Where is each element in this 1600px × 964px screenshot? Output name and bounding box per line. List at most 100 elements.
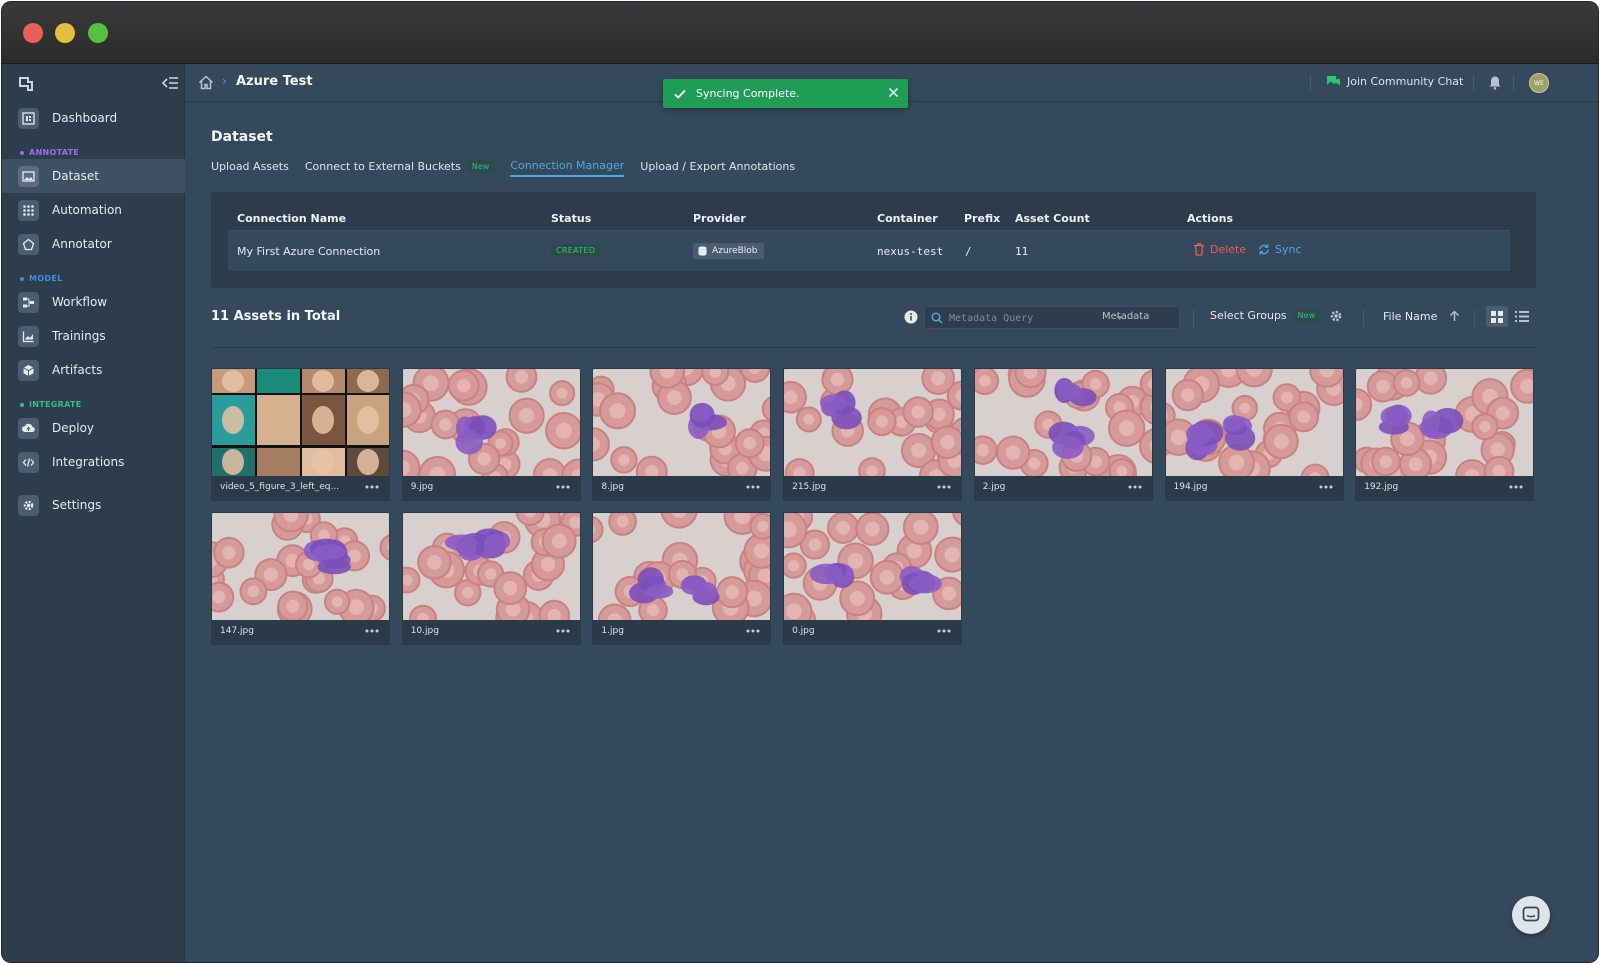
tab-connection-manager[interactable]: Connection Manager (510, 159, 625, 177)
arrow-up-icon[interactable] (1449, 310, 1460, 322)
trash-icon (1194, 243, 1204, 256)
more-options-icon[interactable] (937, 629, 951, 633)
search-scope-select[interactable]: Metadata (1102, 311, 1149, 322)
sort-field-select[interactable]: File Name (1383, 310, 1437, 323)
more-options-icon[interactable] (556, 485, 570, 489)
tab-connect-external-buckets[interactable]: Connect to External Buckets New (305, 160, 495, 176)
more-options-icon[interactable] (365, 485, 379, 489)
close-icon[interactable] (888, 87, 899, 98)
asset-thumbnail[interactable] (212, 369, 389, 476)
dataset-tabs: Upload Assets Connect to External Bucket… (211, 159, 811, 177)
chevron-down-icon (1116, 316, 1123, 320)
asset-thumbnail[interactable] (784, 369, 962, 476)
image-icon (18, 165, 39, 187)
list-view-icon[interactable] (1515, 310, 1529, 323)
column-header-asset-count: Asset Count (1015, 212, 1090, 225)
sidebar-item-settings[interactable]: Settings (2, 488, 185, 522)
code-icon (18, 451, 39, 473)
asset-card[interactable]: 9.jpg (401, 368, 581, 501)
asset-count-value: 11 (1015, 245, 1029, 258)
sidebar-item-label: Artifacts (52, 363, 103, 377)
sidebar-item-dataset[interactable]: Dataset (2, 159, 185, 193)
sidebar-item-workflow[interactable]: Workflow (2, 285, 185, 319)
info-icon[interactable] (904, 310, 918, 324)
section-model: MODEL (20, 274, 62, 283)
database-icon (698, 246, 707, 256)
more-options-icon[interactable] (556, 629, 570, 633)
asset-card[interactable]: 0.jpg (783, 512, 963, 645)
more-options-icon[interactable] (1128, 485, 1142, 489)
more-options-icon[interactable] (1509, 485, 1523, 489)
asset-card[interactable]: 192.jpg (1355, 368, 1535, 501)
divider (1193, 310, 1194, 327)
more-options-icon[interactable] (365, 629, 379, 633)
avatar[interactable]: WE (1529, 73, 1549, 93)
new-badge: New (1292, 309, 1321, 322)
column-header-connection-name: Connection Name (237, 212, 347, 225)
breadcrumb-project[interactable]: Azure Test (236, 74, 313, 89)
sidebar-item-label: Deploy (52, 421, 95, 435)
more-options-icon[interactable] (746, 629, 760, 633)
asset-card[interactable]: video_5_figure_3_left_eq... (211, 368, 390, 501)
column-header-provider: Provider (693, 212, 746, 225)
support-chat-button[interactable] (1512, 896, 1550, 934)
more-options-icon[interactable] (1319, 485, 1333, 489)
prefix-value: / (965, 245, 972, 258)
grid-view-button[interactable] (1486, 306, 1508, 327)
asset-file-name: 192.jpg (1364, 482, 1399, 492)
asset-thumbnail[interactable] (784, 513, 962, 620)
dashboard-icon (18, 107, 39, 129)
column-header-status: Status (551, 212, 592, 225)
tab-upload-export-annotations[interactable]: Upload / Export Annotations (640, 160, 795, 176)
join-community-chat-link[interactable]: Join Community Chat (1326, 75, 1463, 88)
asset-thumbnail[interactable] (1356, 369, 1534, 476)
table-row: My First Azure Connection CREATED AzureB… (228, 230, 1510, 271)
asset-card[interactable]: 1.jpg (592, 512, 772, 645)
asset-card[interactable]: 10.jpg (401, 512, 581, 645)
sync-icon (1259, 244, 1269, 255)
app-logo-icon[interactable] (16, 74, 36, 94)
zoom-window-button[interactable] (88, 23, 108, 43)
minimize-window-button[interactable] (55, 23, 75, 43)
asset-file-name: 215.jpg (792, 482, 827, 492)
sidebar-item-deploy[interactable]: Deploy (2, 411, 185, 445)
sidebar-item-automation[interactable]: Automation (2, 193, 185, 227)
sidebar-item-label: Trainings (52, 329, 106, 343)
bell-icon[interactable] (1488, 75, 1502, 90)
sidebar-item-annotator[interactable]: Annotator (2, 227, 185, 261)
asset-card[interactable]: 147.jpg (211, 512, 390, 645)
asset-card[interactable]: 2.jpg (973, 368, 1153, 501)
sidebar-item-trainings[interactable]: Trainings (2, 319, 185, 353)
sidebar-item-integrations[interactable]: Integrations (2, 445, 185, 479)
asset-thumbnail[interactable] (402, 513, 580, 620)
more-options-icon[interactable] (746, 485, 760, 489)
close-window-button[interactable] (23, 23, 43, 43)
asset-thumbnail[interactable] (593, 513, 771, 620)
asset-thumbnail[interactable] (212, 513, 389, 620)
asset-card[interactable]: 215.jpg (783, 368, 963, 501)
page-title: Dataset (211, 129, 273, 145)
grid-dots-icon (18, 199, 39, 221)
collapse-sidebar-icon[interactable] (160, 74, 180, 92)
asset-file-name: 0.jpg (792, 626, 815, 636)
asset-thumbnail[interactable] (974, 369, 1152, 476)
asset-card[interactable]: 8.jpg (592, 368, 772, 501)
asset-thumbnail[interactable] (593, 369, 771, 476)
asset-thumbnail[interactable] (1165, 369, 1343, 476)
asset-thumbnail[interactable] (402, 369, 580, 476)
sidebar-item-artifacts[interactable]: Artifacts (2, 353, 185, 387)
sidebar-item-dashboard[interactable]: Dashboard (2, 101, 185, 135)
container-value: nexus-test (877, 245, 944, 258)
home-icon[interactable] (198, 75, 214, 90)
more-options-icon[interactable] (937, 485, 951, 489)
search-input[interactable] (949, 309, 1099, 327)
gear-icon[interactable] (1329, 309, 1343, 323)
column-header-actions: Actions (1187, 212, 1233, 225)
delete-connection-button[interactable]: Delete (1193, 243, 1246, 256)
grid-icon (1491, 310, 1503, 323)
sync-connection-button[interactable]: Sync (1258, 243, 1302, 256)
sidebar-item-label: Dataset (52, 169, 99, 183)
tab-upload-assets[interactable]: Upload Assets (211, 160, 289, 176)
select-groups-button[interactable]: Select Groups New (1210, 309, 1321, 322)
asset-card[interactable]: 194.jpg (1164, 368, 1344, 501)
